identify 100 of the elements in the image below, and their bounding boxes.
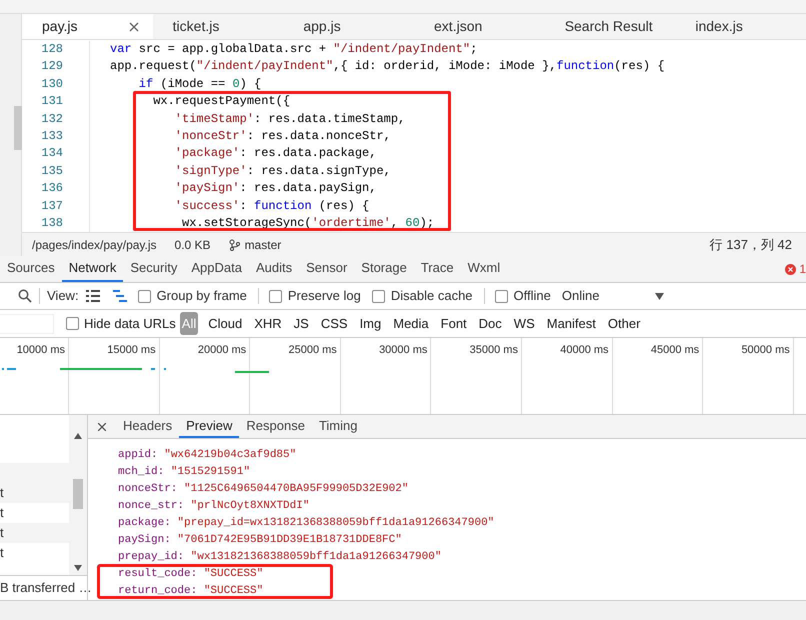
line-number: 134: [40, 145, 63, 162]
file-size: 0.0 KB: [174, 236, 211, 254]
code-line: 'timeStamp': res.data.timeStamp,: [174, 110, 406, 128]
error-icon[interactable]: [785, 264, 796, 274]
line-number: 137: [40, 198, 63, 215]
time-tick-label: 15000 ms: [107, 343, 156, 358]
time-tick-label: 40000 ms: [560, 343, 609, 358]
preview-property: nonceStr: "1125C6496504470BA95F99905D32E902": [118, 482, 410, 497]
search-icon[interactable]: [18, 289, 32, 303]
time-tick-label: 10000 ms: [16, 343, 65, 358]
transfer-summary: B transferred …: [0, 579, 92, 598]
list-view-icon[interactable]: [86, 290, 100, 302]
line-number: 129: [40, 58, 63, 76]
filter-type-tab[interactable]: Img: [358, 312, 384, 336]
code-line: 'package': res.data.package,: [174, 145, 378, 162]
close-icon[interactable]: [98, 422, 106, 430]
devtools-tab[interactable]: AppData: [184, 256, 249, 282]
preview-property: prepay_id: "wx131821368388059bff1da1a91266347900": [118, 550, 442, 565]
preview-property: package: "prepay_id=wx131821368388059bff1da1a91266347900": [118, 516, 496, 531]
checkbox-label: Offline: [514, 287, 551, 306]
file-path: /pages/index/pay/pay.js: [32, 236, 157, 254]
detail-tab[interactable]: Response: [239, 415, 312, 438]
code-line: app.request("/indent/payIndent",{ id: orderid, iMode: iMode },function(res) {: [110, 58, 665, 76]
code-line: var src = app.globalData.src + "/indent/payIndent";: [110, 41, 478, 58]
preview-property: nonce_str: "prlNcOyt8XNXTDdI": [118, 499, 310, 514]
time-tick-label: 25000 ms: [288, 343, 337, 358]
line-number: 138: [40, 215, 63, 232]
checkbox-label: Preserve log: [288, 287, 361, 306]
code-line: 'success': function (res) {: [174, 198, 370, 215]
close-icon[interactable]: [128, 22, 139, 32]
detail-tab[interactable]: Headers: [116, 415, 180, 438]
filter-type-tab[interactable]: Other: [606, 312, 642, 336]
scroll-up-arrow[interactable]: [74, 433, 82, 439]
editor-tab[interactable]: ticket.js: [172, 16, 220, 37]
time-tick-label: 50000 ms: [741, 343, 790, 358]
time-tick-label: 20000 ms: [198, 343, 246, 358]
devtools-tab[interactable]: Sources: [0, 256, 62, 282]
checkbox-label: Disable cache: [390, 287, 473, 306]
devtools-tab[interactable]: Storage: [354, 256, 414, 282]
waterfall-view-icon[interactable]: [112, 290, 127, 302]
editor-tab[interactable]: Search Result: [564, 16, 653, 37]
devtools-tab[interactable]: Sensor: [299, 256, 354, 282]
filter-type-tab[interactable]: CSS: [318, 312, 350, 336]
request-row[interactable]: t: [0, 483, 70, 503]
line-number: 131: [40, 93, 63, 110]
code-line: wx.requestPayment({: [152, 93, 292, 110]
time-tick-label: 45000 ms: [650, 343, 700, 358]
view-label: View:: [47, 287, 79, 306]
preview-property: paySign: "7061D742E95B91DD39E1B18731DDE8FC": [118, 533, 403, 548]
time-tick-label: 35000 ms: [470, 343, 518, 358]
error-count: 1: [799, 261, 806, 278]
filter-type-tab[interactable]: WS: [512, 312, 537, 336]
code-line: wx.setStorageSync('ordertime', 60);: [181, 215, 436, 232]
devtools-tab[interactable]: Trace: [414, 256, 461, 282]
cursor-position: 行 137，列 42: [710, 236, 792, 254]
preview-property: result_code: "SUCCESS": [118, 567, 264, 582]
line-number: 136: [40, 180, 63, 198]
line-number: 130: [40, 76, 63, 93]
throttle-dropdown[interactable]: Online: [562, 286, 664, 306]
line-number: 128: [40, 41, 63, 58]
request-row[interactable]: t: [0, 523, 70, 543]
scroll-down-arrow[interactable]: [74, 565, 82, 571]
filter-type-tab[interactable]: Media: [391, 312, 431, 336]
checkbox[interactable]: [494, 290, 508, 302]
preview-property: return_code: "SUCCESS": [118, 584, 264, 599]
checkbox[interactable]: [138, 290, 151, 302]
preview-property: mch_id: "1515291591": [118, 465, 252, 480]
editor-tab[interactable]: index.js: [695, 16, 743, 37]
filter-type-tab[interactable]: Doc: [476, 312, 504, 336]
devtools-tab[interactable]: Security: [123, 256, 184, 282]
devtools-tab[interactable]: Wxml: [460, 256, 508, 282]
editor-tab[interactable]: app.js: [303, 16, 341, 37]
preview-property: appid: "wx64219b04c3af9d85": [118, 448, 298, 463]
code-line: if (iMode == 0) {: [138, 76, 262, 93]
code-line: 'signType': res.data.signType,: [174, 162, 392, 180]
checkbox[interactable]: [372, 290, 385, 302]
dropdown-caret-icon: [655, 292, 664, 300]
filter-type-tab[interactable]: XHR: [252, 312, 284, 336]
detail-tab[interactable]: Timing: [312, 415, 364, 438]
filter-type-tab[interactable]: JS: [292, 312, 311, 336]
scrollbar-thumb[interactable]: [73, 479, 84, 509]
checkbox[interactable]: [268, 290, 282, 302]
code-line: 'nonceStr': res.data.nonceStr,: [174, 128, 392, 146]
devtools-tab[interactable]: Network: [62, 256, 124, 282]
filter-type-tab[interactable]: Manifest: [544, 312, 598, 336]
scrollbar-thumb[interactable]: [14, 106, 22, 150]
devtools-tab[interactable]: Audits: [248, 256, 300, 282]
branch-name: master: [244, 236, 282, 254]
checkbox-label: Hide data URLs: [84, 314, 176, 333]
line-number: 132: [40, 110, 63, 128]
checkbox[interactable]: [66, 317, 79, 330]
code-line: 'paySign': res.data.paySign,: [174, 180, 378, 198]
branch-icon: [228, 238, 241, 250]
filter-type-tab[interactable]: Font: [438, 312, 469, 336]
filter-type-tab[interactable]: Cloud: [206, 312, 244, 336]
time-tick-label: 30000 ms: [379, 343, 428, 358]
line-number: 133: [40, 128, 63, 146]
detail-tab[interactable]: Preview: [179, 415, 240, 438]
line-number: 135: [40, 162, 63, 180]
editor-tab[interactable]: ext.json: [434, 16, 482, 37]
